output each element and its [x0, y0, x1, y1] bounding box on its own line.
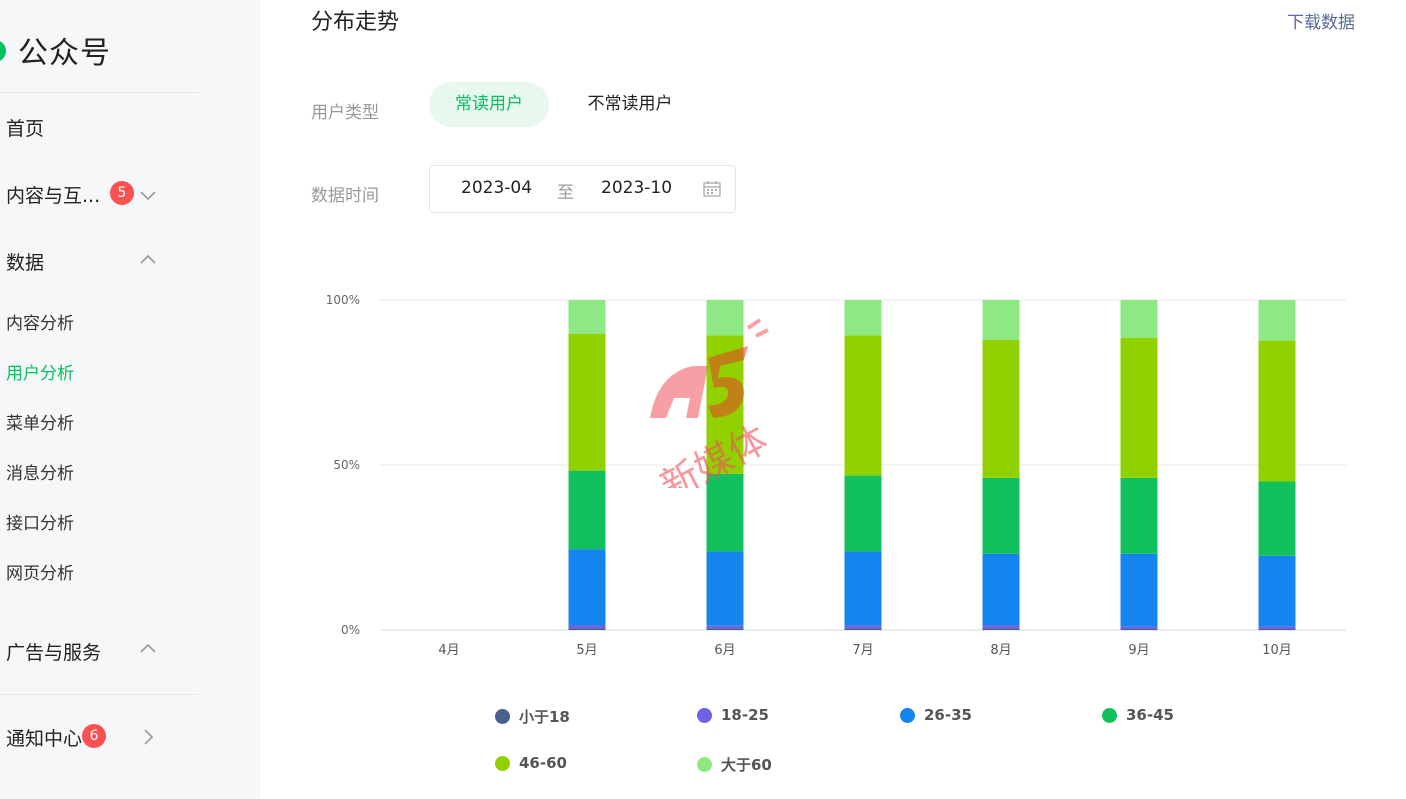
- sidebar-divider: [0, 92, 198, 93]
- bar-segment[interactable]: [706, 300, 744, 336]
- sidebar-sub-menu-analysis[interactable]: 菜单分析: [6, 409, 74, 434]
- bar-segment[interactable]: [568, 300, 606, 334]
- sidebar-sub-web-analysis[interactable]: 网页分析: [6, 559, 74, 584]
- bar-segment[interactable]: [982, 300, 1020, 340]
- notify-badge: 6: [82, 724, 106, 748]
- download-data-link[interactable]: 下载数据: [1287, 8, 1355, 33]
- brand-logo-icon: [0, 40, 6, 62]
- x-tick-label: 9月: [1128, 643, 1149, 658]
- bar-segment[interactable]: [568, 628, 606, 630]
- x-tick-label: 7月: [852, 643, 873, 658]
- bar-segment[interactable]: [706, 625, 744, 629]
- bar-segment[interactable]: [982, 625, 1020, 629]
- legend-item[interactable]: 46-60: [495, 754, 567, 772]
- sidebar-item-content[interactable]: 内容与互...: [6, 181, 100, 208]
- bar-segment[interactable]: [844, 300, 882, 336]
- legend-label: 18-25: [721, 706, 769, 724]
- legend-label: 小于18: [519, 708, 570, 726]
- user-type-option-infrequent[interactable]: 不常读用户: [566, 82, 694, 127]
- legend-label: 26-35: [924, 706, 972, 724]
- sidebar: 公众号 首页 内容与互... 5 数据 内容分析 用户分析 菜单分析 消息分析 …: [0, 0, 260, 799]
- legend-dot-icon: [495, 709, 510, 724]
- chevron-up-icon[interactable]: [139, 640, 157, 658]
- page-title: 分布走势: [311, 10, 400, 35]
- bar-segment[interactable]: [982, 553, 1020, 626]
- legend-dot-icon: [697, 757, 712, 772]
- bar-segment[interactable]: [568, 549, 606, 626]
- legend-dot-icon: [495, 755, 510, 771]
- bar-segment[interactable]: [844, 335, 882, 476]
- legend-label: 36-45: [1126, 706, 1174, 724]
- x-tick-label: 10月: [1262, 643, 1292, 658]
- bar-segment[interactable]: [568, 470, 606, 550]
- legend-dot-icon: [900, 707, 915, 723]
- sidebar-item-ads[interactable]: 广告与服务: [6, 638, 101, 665]
- bar-segment[interactable]: [1258, 626, 1296, 630]
- date-range-picker[interactable]: 2023-04 至 2023-10: [429, 165, 736, 213]
- x-tick-label: 8月: [990, 643, 1011, 658]
- sidebar-sub-api-analysis[interactable]: 接口分析: [6, 509, 74, 534]
- bar-segment[interactable]: [706, 335, 744, 474]
- bar-segment[interactable]: [1120, 553, 1158, 627]
- bar-segment[interactable]: [1258, 555, 1296, 627]
- bar-segment[interactable]: [568, 625, 606, 629]
- bar-segment[interactable]: [1258, 340, 1296, 482]
- date-range-separator: 至: [557, 183, 574, 203]
- date-start-input[interactable]: 2023-04: [461, 178, 532, 198]
- bar-segment[interactable]: [844, 551, 882, 626]
- legend-item[interactable]: 小于18: [495, 706, 570, 727]
- distribution-chart: 0% 50% 100% 4月 5月 6月 7月 8月 9月 10月: [326, 293, 1346, 658]
- sidebar-divider: [0, 694, 198, 695]
- bar-segment[interactable]: [1258, 481, 1296, 556]
- chevron-down-icon[interactable]: [139, 186, 157, 204]
- brand-title: 公众号: [18, 36, 111, 71]
- bar-segment[interactable]: [844, 475, 882, 552]
- sidebar-sub-content-analysis[interactable]: 内容分析: [6, 309, 74, 334]
- y-tick-label: 0%: [341, 623, 360, 637]
- calendar-icon[interactable]: [702, 179, 722, 199]
- x-tick-label: 5月: [576, 643, 597, 658]
- chevron-up-icon[interactable]: [139, 251, 157, 269]
- legend-label: 46-60: [519, 754, 567, 772]
- legend-dot-icon: [1102, 707, 1117, 723]
- bar-segment[interactable]: [844, 628, 882, 630]
- date-end-input[interactable]: 2023-10: [601, 178, 672, 198]
- sidebar-sub-message-analysis[interactable]: 消息分析: [6, 459, 74, 484]
- bar-segment[interactable]: [982, 628, 1020, 630]
- legend-label: 大于60: [721, 756, 772, 774]
- x-tick-label: 6月: [714, 643, 735, 658]
- user-type-option-frequent[interactable]: 常读用户: [429, 82, 549, 127]
- bar-segment[interactable]: [1120, 629, 1158, 630]
- bar-segment[interactable]: [1258, 629, 1296, 630]
- bar-segment[interactable]: [1120, 626, 1158, 630]
- legend-item[interactable]: 26-35: [900, 706, 972, 724]
- bar-segment[interactable]: [706, 551, 744, 626]
- sidebar-item-data[interactable]: 数据: [6, 248, 44, 275]
- sidebar-item-notify[interactable]: 通知中心: [6, 724, 82, 751]
- bar-segment[interactable]: [1258, 300, 1296, 341]
- legend-item[interactable]: 大于60: [697, 754, 772, 775]
- bar-segment[interactable]: [1120, 300, 1158, 338]
- bar-segment[interactable]: [982, 339, 1020, 478]
- y-tick-label: 50%: [333, 458, 360, 472]
- sidebar-item-home[interactable]: 首页: [6, 114, 44, 141]
- bar-segment[interactable]: [982, 477, 1020, 554]
- bar-segment[interactable]: [844, 625, 882, 629]
- bar-segment[interactable]: [1120, 337, 1158, 478]
- date-label: 数据时间: [311, 186, 379, 206]
- bar-segment[interactable]: [568, 333, 606, 471]
- bar-segment[interactable]: [706, 628, 744, 630]
- legend-item[interactable]: 18-25: [697, 706, 769, 724]
- legend-dot-icon: [697, 707, 712, 723]
- legend-item[interactable]: 36-45: [1102, 706, 1174, 724]
- y-tick-label: 100%: [326, 293, 360, 307]
- chevron-right-icon[interactable]: [139, 728, 157, 746]
- bar-segment[interactable]: [1120, 477, 1158, 554]
- x-tick-label: 4月: [438, 643, 459, 658]
- content-badge: 5: [110, 181, 134, 205]
- user-type-label: 用户类型: [311, 103, 379, 123]
- sidebar-sub-user-analysis[interactable]: 用户分析: [6, 359, 74, 384]
- bar-segment[interactable]: [706, 473, 744, 552]
